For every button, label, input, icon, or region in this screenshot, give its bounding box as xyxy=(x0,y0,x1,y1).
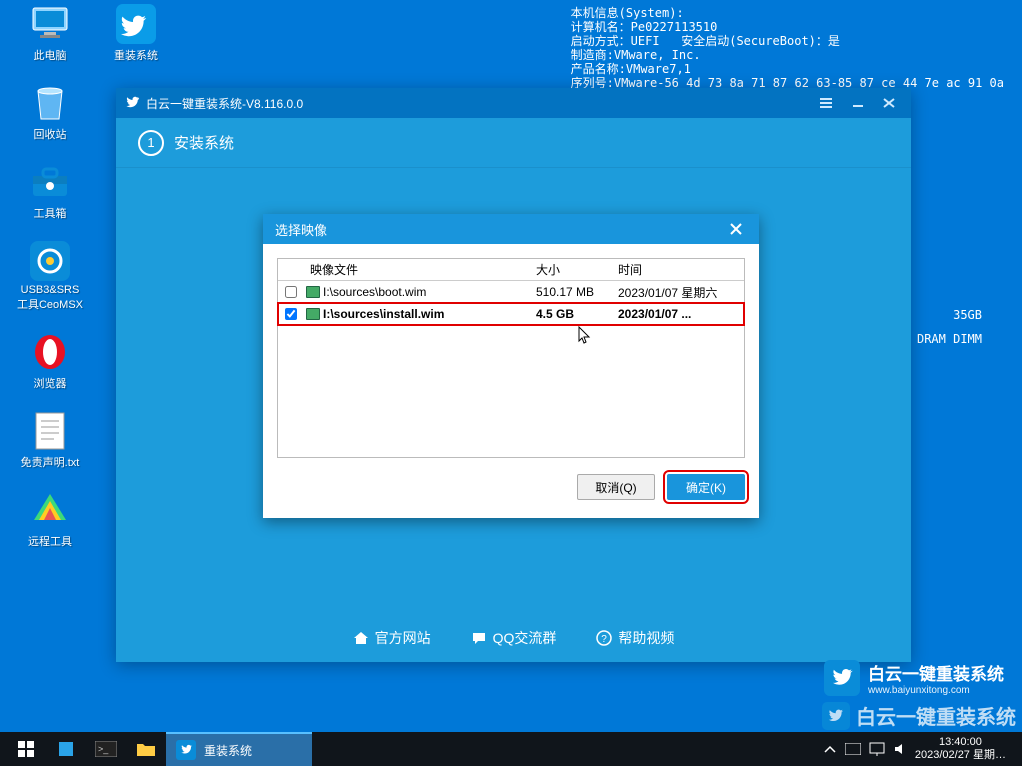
row-checkbox[interactable] xyxy=(285,308,297,320)
desktop-icon-disclaimer[interactable]: 免责声明.txt xyxy=(14,411,86,470)
start-button[interactable] xyxy=(6,732,46,766)
network-icon[interactable] xyxy=(869,742,885,756)
windows-icon xyxy=(18,741,34,757)
wim-file-icon xyxy=(306,308,320,320)
remote-tool-icon xyxy=(30,490,70,530)
window-footer: 官方网站 QQ交流群 ?帮助视频 xyxy=(116,628,911,648)
desktop-icon-this-pc[interactable]: 此电脑 xyxy=(14,4,86,63)
step-label: 安装系统 xyxy=(174,132,234,153)
desktop-label: 免责声明.txt xyxy=(21,454,80,470)
desktop-label: 此电脑 xyxy=(34,47,67,63)
desktop-icon-browser[interactable]: 浏览器 xyxy=(14,332,86,391)
toolbox-icon xyxy=(30,162,70,202)
brand-url: www.baiyunxitong.com xyxy=(868,685,1004,696)
minimize-icon[interactable] xyxy=(844,91,872,115)
taskbar-running-app[interactable]: 重装系统 xyxy=(166,732,312,766)
taskbar-item-settings[interactable] xyxy=(46,732,86,766)
desktop-icon-reinstall[interactable]: 重装系统 xyxy=(100,4,172,63)
col-header-size: 大小 xyxy=(536,261,618,278)
svg-text:?: ? xyxy=(602,634,608,645)
help-icon: ? xyxy=(596,630,612,646)
select-image-dialog: 选择映像 映像文件 大小 时间 I:\sources\boot.wim 510.… xyxy=(263,214,759,518)
desktop-label: 浏览器 xyxy=(34,375,67,391)
desktop-label: USB3&SRS 工具CeoMSX xyxy=(17,284,83,312)
usb-tool-icon xyxy=(30,241,70,281)
desktop-label: 重装系统 xyxy=(114,47,158,63)
row-checkbox[interactable] xyxy=(285,286,297,298)
hw-info-dimm: n DRAM DIMM xyxy=(903,332,982,346)
taskbar-app-label: 重装系统 xyxy=(204,742,252,759)
table-row[interactable]: I:\sources\install.wim 4.5 GB 2023/01/07… xyxy=(278,303,744,325)
desktop-icon-remote[interactable]: 远程工具 xyxy=(14,490,86,549)
recycle-bin-icon xyxy=(30,83,70,123)
taskbar-item-explorer[interactable] xyxy=(126,732,166,766)
tray-chevron-up-icon[interactable] xyxy=(823,744,837,754)
window-title: 白云一键重装系统-V8.116.0.0 xyxy=(146,95,303,112)
volume-icon[interactable] xyxy=(893,742,907,756)
bird-icon xyxy=(824,660,860,696)
watermark: 白云一键重装系统 xyxy=(822,701,1016,730)
desktop-label: 回收站 xyxy=(34,126,67,142)
gear-cube-icon xyxy=(56,739,76,759)
opera-icon xyxy=(30,332,70,372)
footer-link-site[interactable]: 官方网站 xyxy=(353,628,431,648)
menu-icon[interactable] xyxy=(812,91,840,115)
system-info-text: 本机信息(System): 计算机名：Pe0227113510 启动方式：UEF… xyxy=(571,6,1004,90)
desktop-label: 远程工具 xyxy=(28,533,72,549)
keyboard-icon[interactable] xyxy=(845,743,861,755)
terminal-icon: >_ xyxy=(95,741,117,757)
tray-time: 13:40:00 xyxy=(915,736,1006,749)
step-number: 1 xyxy=(138,130,164,156)
bird-icon xyxy=(124,95,140,111)
folder-icon xyxy=(136,741,156,757)
bird-icon xyxy=(176,740,196,760)
ok-button[interactable]: 确定(K) xyxy=(667,474,745,500)
system-tray[interactable]: 13:40:00 2023/02/27 星期… xyxy=(823,736,1016,762)
taskbar-item-cmd[interactable]: >_ xyxy=(86,732,126,766)
mouse-cursor-icon xyxy=(578,326,592,344)
desktop-icon-usb3[interactable]: USB3&SRS 工具CeoMSX xyxy=(14,241,86,312)
file-table: 映像文件 大小 时间 I:\sources\boot.wim 510.17 MB… xyxy=(277,258,745,458)
brand-title: 白云一键重装系统 xyxy=(868,660,1004,685)
desktop-label: 工具箱 xyxy=(34,205,67,221)
close-icon[interactable] xyxy=(725,218,747,240)
cancel-button[interactable]: 取消(Q) xyxy=(577,474,655,500)
bird-icon xyxy=(822,702,850,730)
taskbar[interactable]: >_ 重装系统 13:40:00 2023/02/27 星期… xyxy=(0,732,1022,766)
tray-date: 2023/02/27 星期… xyxy=(915,749,1006,762)
col-header-file: 映像文件 xyxy=(304,261,536,278)
bird-app-icon xyxy=(116,4,156,44)
svg-text:>_: >_ xyxy=(98,744,109,754)
desktop-icon-recycle[interactable]: 回收站 xyxy=(14,83,86,142)
window-titlebar[interactable]: 白云一键重装系统-V8.116.0.0 xyxy=(116,88,911,118)
table-row[interactable]: I:\sources\boot.wim 510.17 MB 2023/01/07… xyxy=(278,281,744,303)
dialog-titlebar[interactable]: 选择映像 xyxy=(263,214,759,244)
monitor-icon xyxy=(30,4,70,44)
hw-info-size: 35GB xyxy=(953,308,982,322)
footer-link-help[interactable]: ?帮助视频 xyxy=(596,628,674,648)
footer-link-qq[interactable]: QQ交流群 xyxy=(471,628,557,648)
col-header-time: 时间 xyxy=(618,261,744,278)
step-bar: 1 安装系统 xyxy=(116,118,911,168)
close-icon[interactable] xyxy=(875,91,903,115)
desktop-icon-toolbox[interactable]: 工具箱 xyxy=(14,162,86,221)
wim-file-icon xyxy=(306,286,320,298)
dialog-title: 选择映像 xyxy=(275,220,327,239)
brand-badge: 白云一键重装系统 www.baiyunxitong.com xyxy=(824,660,1004,696)
chat-icon xyxy=(471,631,487,645)
home-icon xyxy=(353,631,369,645)
txt-file-icon xyxy=(30,411,70,451)
